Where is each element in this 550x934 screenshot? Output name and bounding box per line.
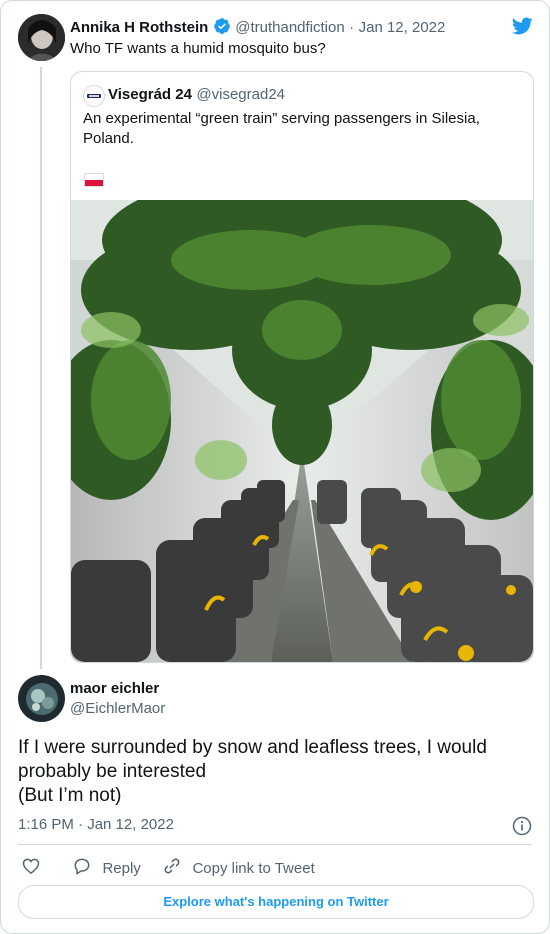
reply-icon — [72, 858, 96, 880]
reply-author-name[interactable]: maor eichler — [70, 680, 159, 698]
reply-avatar[interactable] — [18, 675, 65, 722]
quoted-text-line2: Poland. — [83, 130, 134, 147]
quoted-text-line1: An experimental “green train” serving pa… — [83, 110, 480, 127]
reply-text-line2: probably be interested — [18, 761, 207, 782]
divider — [18, 844, 532, 845]
verified-badge-icon — [213, 17, 231, 41]
explore-button[interactable]: Explore what's happening on Twitter — [18, 885, 534, 919]
quoted-author-name: Visegrád 24 — [108, 86, 192, 103]
tweet-text: Who TF wants a humid mosquito bus? — [70, 40, 326, 57]
quoted-photo[interactable] — [71, 170, 533, 662]
quoted-handle: @visegrad24 — [196, 86, 286, 103]
thread-line — [40, 67, 42, 669]
quoted-tweet[interactable]: Visegrád 24 @visegrad24 An experimental … — [70, 71, 534, 663]
copy-link-button[interactable]: Copy link to Tweet — [162, 856, 315, 881]
twitter-bird-icon[interactable] — [510, 15, 534, 42]
reply-text-line3: (But I’m not) — [18, 785, 122, 806]
tweet-card: Annika H Rothstein @truthandfiction · Ja… — [0, 0, 550, 934]
info-icon[interactable] — [512, 816, 532, 841]
poland-flag-icon — [84, 173, 104, 187]
heart-icon — [21, 858, 41, 880]
reply-handle[interactable]: @EichlerMaor — [70, 700, 165, 718]
reply-label: Reply — [102, 860, 141, 877]
author-name[interactable]: Annika H Rothstein — [70, 19, 208, 36]
copy-link-label: Copy link to Tweet — [192, 860, 315, 877]
author-handle[interactable]: @truthandfiction — [235, 19, 344, 36]
link-icon — [162, 858, 186, 880]
author-avatar[interactable] — [18, 14, 65, 61]
reply-timestamp[interactable]: 1:16 PM · Jan 12, 2022 — [18, 815, 174, 835]
dot-separator: · — [349, 19, 355, 36]
reply-text-line1: If I were surrounded by snow and leafles… — [18, 737, 487, 758]
tweet-date[interactable]: Jan 12, 2022 — [359, 19, 446, 36]
quoted-avatar — [83, 85, 105, 107]
like-button[interactable] — [21, 856, 41, 881]
reply-button[interactable]: Reply — [72, 856, 141, 881]
